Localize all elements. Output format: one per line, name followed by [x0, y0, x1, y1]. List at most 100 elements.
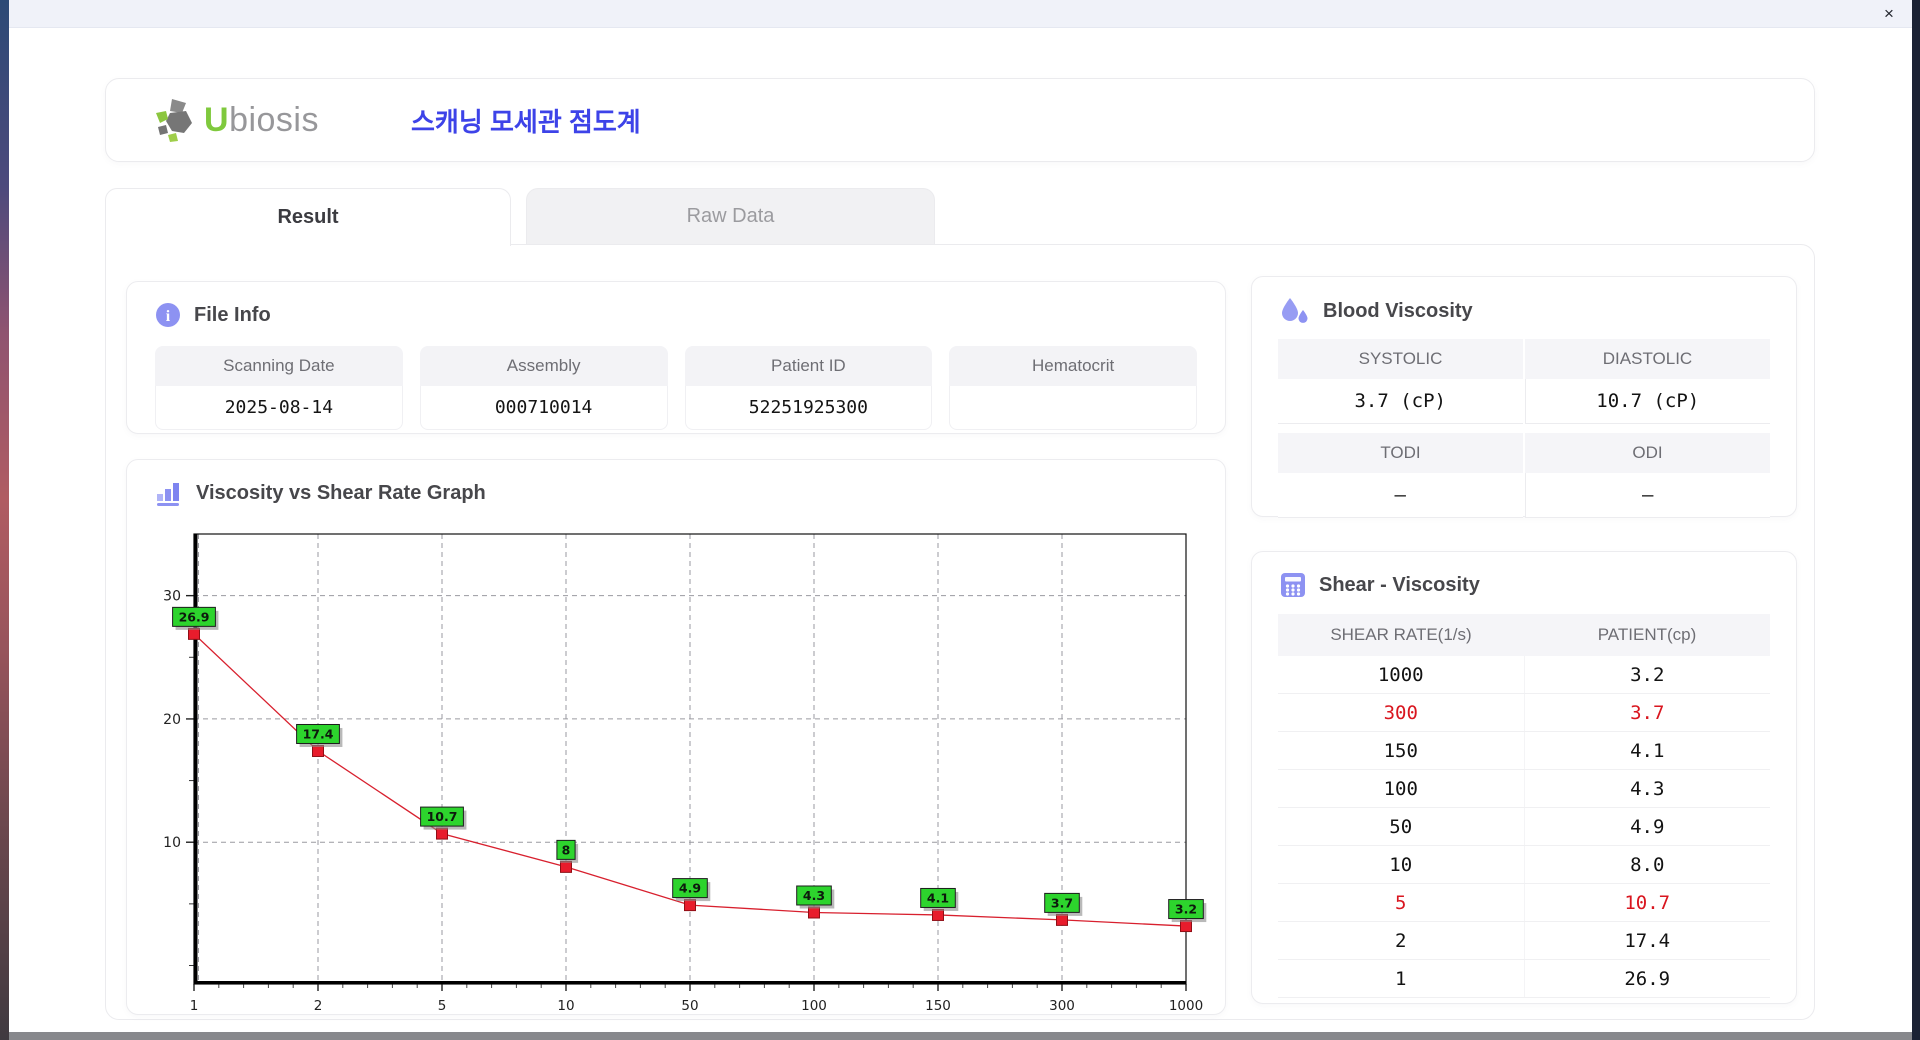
bv-value-row: 3.7 (cP) 10.7 (cP) — [1278, 379, 1770, 424]
svg-text:150: 150 — [925, 998, 951, 1014]
shear-rate-cell: 300 — [1383, 701, 1418, 724]
svg-text:10: 10 — [557, 998, 574, 1014]
shear-viscosity-table: SHEAR RATE(1/s) PATIENT(cp) 1000 3.2 300 3.… — [1278, 614, 1770, 998]
close-button[interactable]: × — [1876, 2, 1902, 26]
shear-row: 150 4.1 — [1278, 732, 1770, 770]
shear-rate-column-header: SHEAR RATE(1/s) — [1330, 625, 1472, 644]
svg-text:5: 5 — [438, 998, 447, 1014]
shear-viscosity-title-row: Shear - Viscosity — [1280, 572, 1480, 598]
desktop-background-bottom — [9, 1032, 1912, 1040]
shear-row: 5 10.7 — [1278, 884, 1770, 922]
patient-cell: 8.0 — [1523, 846, 1771, 883]
svg-text:10: 10 — [163, 835, 181, 851]
app-window: Ubiosis 스캐닝 모세관 점도계 Result Raw Data i Fil… — [9, 28, 1912, 1032]
shear-row: 1000 3.2 — [1278, 656, 1770, 694]
field-scanning-date: Scanning Date 2025-08-14 — [155, 346, 403, 430]
field-label: Scanning Date — [155, 346, 403, 386]
field-hematocrit: Hematocrit — [949, 346, 1197, 430]
svg-text:4.9: 4.9 — [679, 881, 701, 896]
svg-text:i: i — [166, 308, 171, 325]
info-icon: i — [155, 302, 181, 328]
svg-text:3.2: 3.2 — [1175, 902, 1197, 917]
bv-header-row: TODI ODI — [1278, 433, 1770, 473]
ubiosis-logo-icon — [152, 97, 196, 143]
graph-title: Viscosity vs Shear Rate Graph — [196, 482, 486, 504]
file-info-title: File Info — [194, 303, 271, 326]
window-titlebar: × — [9, 0, 1912, 28]
blood-viscosity-card: Blood Viscosity SYSTOLIC DIASTOLIC 3.7 (cP… — [1251, 276, 1797, 518]
blood-viscosity-title-row: Blood Viscosity — [1280, 297, 1473, 326]
field-value — [949, 386, 1197, 430]
bv-value-row: – – — [1278, 473, 1770, 518]
brand-logo: Ubiosis — [152, 97, 319, 143]
bv-header-row: SYSTOLIC DIASTOLIC — [1278, 339, 1770, 379]
shear-row: 100 4.3 — [1278, 770, 1770, 808]
field-patient-id: Patient ID 52251925300 — [684, 346, 933, 430]
bv-value-cell: 10.7 (cP) — [1524, 379, 1770, 424]
main-panel: i File Info Scanning Date 2025-08-14 Assem… — [105, 244, 1815, 1020]
tab-raw-data[interactable]: Raw Data — [526, 188, 935, 244]
field-label: Assembly — [419, 346, 668, 386]
bv-header-cell: SYSTOLIC — [1278, 339, 1523, 379]
close-icon: × — [1884, 4, 1894, 23]
svg-text:26.9: 26.9 — [179, 609, 210, 624]
patient-cell: 26.9 — [1523, 960, 1771, 997]
bv-header-cell: ODI — [1525, 433, 1770, 473]
shear-table-body: 1000 3.2 300 3.7 150 4.1 100 4.3 50 4.9 10 8.0 5 10.7… — [1278, 656, 1770, 998]
patient-column-header: PATIENT(cp) — [1597, 625, 1697, 644]
bv-value-cell: – — [1524, 473, 1770, 518]
svg-text:2: 2 — [314, 998, 323, 1014]
shear-rate-cell: 50 — [1389, 815, 1413, 838]
blood-viscosity-grid: SYSTOLIC DIASTOLIC 3.7 (cP) 10.7 (cP) TODI OD… — [1278, 339, 1770, 518]
brand-text: Ubiosis — [204, 100, 319, 139]
shear-rate-cell: 1000 — [1377, 663, 1424, 686]
field-value: 000710014 — [419, 386, 668, 430]
chart-svg: 10 20 30 1 2 5 10 50 100 150 300 1000 26.9 17.4 10.7 8 4… — [163, 533, 1207, 1014]
bv-header-cell: DIASTOLIC — [1525, 339, 1770, 379]
shear-row: 50 4.9 — [1278, 808, 1770, 846]
shear-row: 300 3.7 — [1278, 694, 1770, 732]
field-label: Patient ID — [684, 346, 933, 386]
shear-table-header: SHEAR RATE(1/s) PATIENT(cp) — [1278, 614, 1770, 656]
header-card: Ubiosis 스캐닝 모세관 점도계 — [105, 78, 1815, 162]
shear-row: 2 17.4 — [1278, 922, 1770, 960]
blood-viscosity-title: Blood Viscosity — [1323, 300, 1473, 322]
file-info-card: i File Info Scanning Date 2025-08-14 Assem… — [126, 281, 1226, 434]
patient-cell: 10.7 — [1523, 884, 1771, 921]
svg-text:100: 100 — [801, 998, 827, 1014]
svg-text:10.7: 10.7 — [427, 809, 458, 824]
svg-text:1000: 1000 — [1169, 998, 1203, 1014]
svg-text:4.1: 4.1 — [927, 890, 949, 905]
patient-cell: 3.7 — [1523, 694, 1771, 731]
shear-rate-cell: 2 — [1395, 929, 1407, 952]
shear-rate-cell: 1 — [1395, 967, 1407, 990]
shear-rate-cell: 10 — [1389, 853, 1413, 876]
patient-cell: 4.3 — [1523, 770, 1771, 807]
bv-value-cell: 3.7 (cP) — [1278, 379, 1523, 424]
viscosity-chart: 10 20 30 1 2 5 10 50 100 150 300 1000 26.9 17.4 10.7 8 4… — [163, 533, 1207, 1014]
shear-viscosity-card: Shear - Viscosity SHEAR RATE(1/s) PATIEN… — [1251, 551, 1797, 1004]
patient-cell: 17.4 — [1523, 922, 1771, 959]
svg-text:300: 300 — [1049, 998, 1075, 1014]
svg-text:1: 1 — [190, 998, 199, 1014]
svg-text:4.3: 4.3 — [803, 888, 825, 903]
patient-cell: 4.9 — [1523, 808, 1771, 845]
svg-text:3.7: 3.7 — [1051, 895, 1073, 910]
field-value: 2025-08-14 — [155, 386, 403, 430]
patient-cell: 3.2 — [1523, 656, 1771, 693]
svg-text:30: 30 — [163, 589, 181, 605]
svg-text:17.4: 17.4 — [303, 726, 334, 741]
bv-value-cell: – — [1278, 473, 1523, 518]
shear-row: 1 26.9 — [1278, 960, 1770, 998]
field-label: Hematocrit — [949, 346, 1197, 386]
tab-result[interactable]: Result — [105, 188, 511, 246]
field-assembly: Assembly 000710014 — [419, 346, 668, 430]
calculator-icon — [1280, 572, 1306, 598]
shear-rate-cell: 150 — [1383, 739, 1418, 762]
svg-text:20: 20 — [163, 712, 181, 728]
patient-cell: 4.1 — [1523, 732, 1771, 769]
shear-viscosity-title: Shear - Viscosity — [1319, 573, 1480, 596]
shear-rate-cell: 5 — [1395, 891, 1407, 914]
file-info-title-row: i File Info — [155, 302, 271, 328]
droplets-icon — [1280, 297, 1310, 326]
